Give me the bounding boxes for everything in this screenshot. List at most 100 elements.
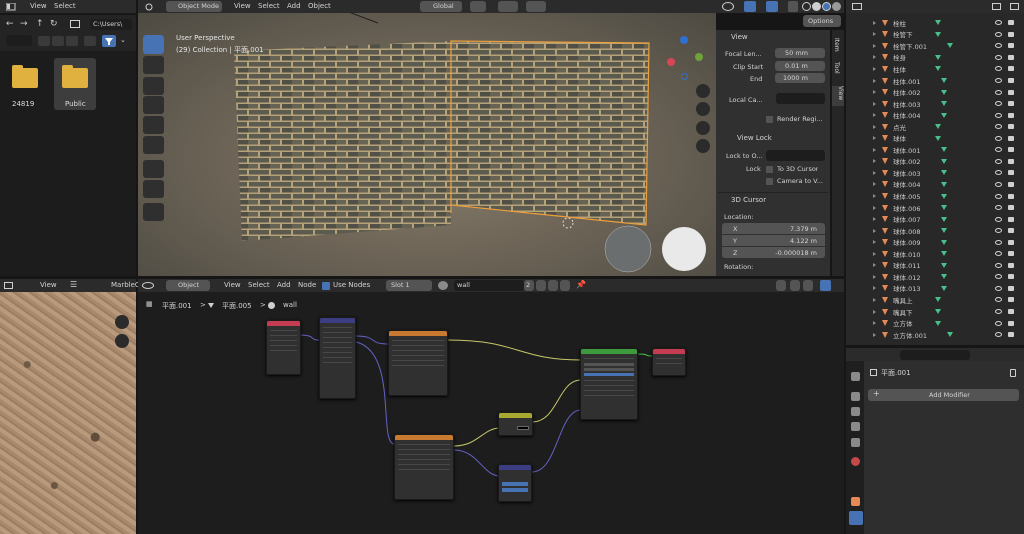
- outliner-item[interactable]: 栓管下.001: [846, 40, 1016, 52]
- visibility-eye-icon[interactable]: [995, 239, 1002, 245]
- render-camera-icon[interactable]: [1008, 101, 1014, 107]
- output-properties-tab-icon[interactable]: [851, 407, 860, 416]
- node-overlay-active-icon[interactable]: [820, 280, 831, 291]
- expand-arrow-icon[interactable]: [873, 20, 876, 25]
- filter-search-input[interactable]: [6, 35, 32, 46]
- outliner-item[interactable]: 立方体.001: [846, 329, 1016, 341]
- xray-toggle-icon[interactable]: [788, 1, 798, 12]
- visibility-eye-icon[interactable]: [995, 101, 1002, 107]
- cursor-location-z[interactable]: Z -0.000018 m: [722, 247, 825, 258]
- expand-arrow-icon[interactable]: [873, 228, 876, 233]
- to-3d-cursor-checkbox[interactable]: [766, 166, 773, 173]
- lock-to-object-field[interactable]: [766, 150, 825, 161]
- node-image-texture-color[interactable]: [388, 330, 448, 396]
- outliner-item[interactable]: 嘴具上: [846, 294, 1016, 306]
- visibility-eye-icon[interactable]: [995, 262, 1002, 268]
- visibility-eye-icon[interactable]: [995, 297, 1002, 303]
- visibility-eye-icon[interactable]: [995, 181, 1002, 187]
- mesh-data-icon[interactable]: [941, 274, 947, 280]
- node-bump[interactable]: [498, 464, 532, 502]
- back-arrow-icon[interactable]: ←: [6, 19, 14, 29]
- expand-arrow-icon[interactable]: [873, 332, 876, 337]
- world-properties-tab-icon[interactable]: [851, 457, 860, 466]
- outliner-item[interactable]: 柱体.001: [846, 75, 1016, 87]
- render-camera-icon[interactable]: [1008, 262, 1014, 268]
- mesh-data-icon[interactable]: [941, 78, 947, 84]
- shader-type-dropdown[interactable]: Object: [166, 280, 210, 291]
- image-canvas[interactable]: [0, 292, 136, 534]
- outliner-item[interactable]: 球体.013: [846, 283, 1016, 295]
- file-browser-menu-view[interactable]: View: [30, 2, 47, 10]
- expand-arrow-icon[interactable]: [873, 66, 876, 71]
- render-camera-icon[interactable]: [1008, 216, 1014, 222]
- mesh-data-icon[interactable]: [935, 124, 941, 130]
- expand-arrow-icon[interactable]: [873, 194, 876, 199]
- breadcrumb-toggle-icon[interactable]: ▦: [146, 300, 153, 308]
- visibility-eye-icon[interactable]: [995, 251, 1002, 257]
- pan-view-icon[interactable]: [696, 102, 710, 116]
- visibility-eye-icon[interactable]: [995, 193, 1002, 199]
- render-camera-icon[interactable]: [1008, 112, 1014, 118]
- object-mode-dropdown[interactable]: Object Mode: [166, 1, 222, 12]
- render-camera-icon[interactable]: [1008, 251, 1014, 257]
- modifier-properties-tab-icon[interactable]: [849, 511, 863, 525]
- view-lock-header[interactable]: View Lock: [737, 134, 772, 142]
- image-editor-type-icon[interactable]: [4, 282, 13, 289]
- render-camera-icon[interactable]: [1008, 181, 1014, 187]
- render-camera-icon[interactable]: [1008, 158, 1014, 164]
- mesh-data-icon[interactable]: [941, 251, 947, 257]
- render-camera-icon[interactable]: [1008, 66, 1014, 72]
- render-camera-icon[interactable]: [1008, 124, 1014, 130]
- shading-material-icon[interactable]: [822, 2, 831, 11]
- viewport-menu-add[interactable]: Add: [287, 2, 301, 10]
- options-button[interactable]: Options: [803, 15, 841, 27]
- render-camera-icon[interactable]: [1008, 228, 1014, 234]
- mesh-data-icon[interactable]: [935, 309, 941, 315]
- outliner-editor-icon[interactable]: [852, 3, 862, 10]
- expand-arrow-icon[interactable]: [873, 78, 876, 83]
- outliner-item[interactable]: 柱体: [846, 63, 1016, 75]
- outliner-item[interactable]: 球体.006: [846, 202, 1016, 214]
- cursor-location-x[interactable]: X 7.379 m: [722, 223, 825, 234]
- tool-select-box[interactable]: [143, 35, 164, 54]
- visibility-eye-icon[interactable]: [995, 170, 1002, 176]
- snap-icon[interactable]: [498, 1, 518, 12]
- visibility-eye-icon[interactable]: [995, 20, 1002, 26]
- expand-arrow-icon[interactable]: [873, 182, 876, 187]
- outliner-item[interactable]: 立方体: [846, 317, 1016, 329]
- material-name-field[interactable]: wall: [454, 280, 524, 291]
- mesh-data-icon[interactable]: [947, 332, 953, 338]
- slot-dropdown[interactable]: Slot 1: [386, 280, 432, 291]
- focal-length-field[interactable]: 50 mm: [775, 48, 825, 58]
- visibility-eye-icon[interactable]: [995, 285, 1002, 291]
- outliner-item[interactable]: 栓柱: [846, 17, 1016, 29]
- shading-wireframe-icon[interactable]: [802, 2, 811, 11]
- visibility-eye-icon[interactable]: [995, 78, 1002, 84]
- outliner-item[interactable]: 球体: [846, 133, 1016, 145]
- tab-item[interactable]: Item: [833, 38, 840, 52]
- sort-icon[interactable]: [84, 36, 96, 46]
- camera-to-view-checkbox[interactable]: [766, 178, 773, 185]
- tool-add-cube[interactable]: [143, 203, 164, 221]
- node-material-output[interactable]: [652, 348, 686, 376]
- pin-node-tree-icon[interactable]: 📌: [576, 280, 586, 289]
- expand-arrow-icon[interactable]: [873, 124, 876, 129]
- use-nodes-checkbox[interactable]: [322, 282, 330, 290]
- mesh-data-icon[interactable]: [941, 112, 947, 118]
- render-region-checkbox[interactable]: [766, 116, 773, 123]
- nav-gizmo-neg-z[interactable]: [681, 73, 688, 80]
- outliner-item[interactable]: 球体.007: [846, 213, 1016, 225]
- render-camera-icon[interactable]: [1008, 320, 1014, 326]
- mesh-data-icon[interactable]: [935, 320, 941, 326]
- render-camera-icon[interactable]: [1008, 89, 1014, 95]
- add-modifier-button[interactable]: Add Modifier: [868, 389, 1019, 401]
- render-camera-icon[interactable]: [1008, 78, 1014, 84]
- expand-arrow-icon[interactable]: [873, 263, 876, 268]
- visibility-eye-icon[interactable]: [995, 332, 1002, 338]
- outliner-item[interactable]: 球体.005: [846, 190, 1016, 202]
- render-camera-icon[interactable]: [1008, 31, 1014, 37]
- nav-gizmo-x[interactable]: [667, 58, 675, 66]
- render-camera-icon[interactable]: [1008, 205, 1014, 211]
- outliner-item[interactable]: 点光: [846, 121, 1016, 133]
- view-layer-tab-icon[interactable]: [851, 422, 860, 431]
